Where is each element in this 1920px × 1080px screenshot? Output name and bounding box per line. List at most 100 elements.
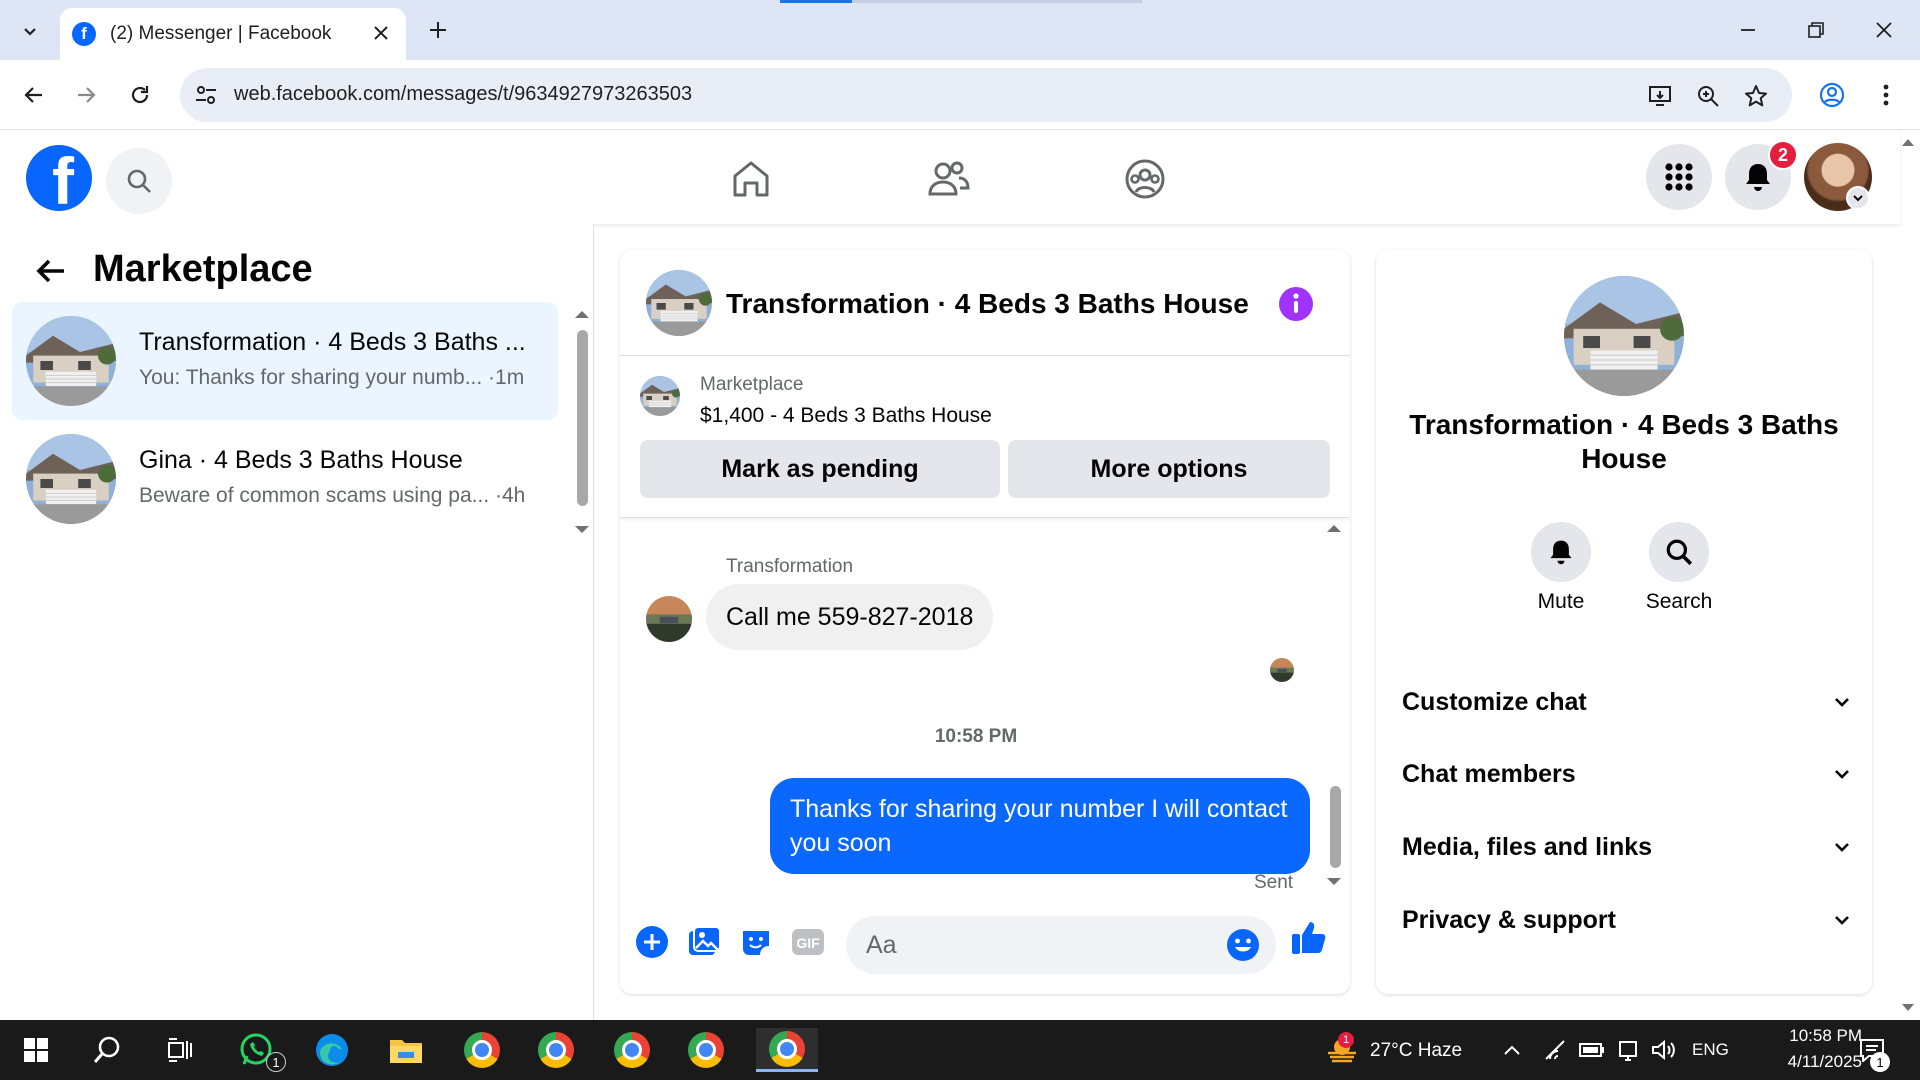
back-arrow-icon[interactable] bbox=[14, 75, 54, 115]
listing-price[interactable]: $1,400 - 4 Beds 3 Baths House bbox=[700, 404, 992, 428]
browser-toolbar: web.facebook.com/messages/t/963492797326… bbox=[0, 60, 1920, 130]
more-options-button[interactable]: More options bbox=[1008, 440, 1330, 498]
weather-alert-badge: 1 bbox=[1338, 1032, 1354, 1048]
weather-text[interactable]: 27°C Haze bbox=[1370, 1040, 1462, 1062]
chat-info-panel: Transformation · 4 Beds 3 Baths House Mu… bbox=[1376, 250, 1872, 994]
emoji-smiley-icon[interactable] bbox=[1226, 928, 1260, 962]
browser-tabbar: f (2) Messenger | Facebook bbox=[0, 0, 1920, 60]
sent-status: Sent bbox=[1254, 872, 1294, 893]
incoming-message[interactable]: Call me 559-827-2018 bbox=[706, 584, 994, 650]
site-settings-icon[interactable] bbox=[194, 83, 218, 107]
clock-time[interactable]: 10:58 PM bbox=[1750, 1026, 1862, 1046]
message-input[interactable] bbox=[866, 916, 1206, 974]
search-icon[interactable] bbox=[1649, 522, 1709, 582]
mark-as-pending-button[interactable]: Mark as pending bbox=[640, 440, 1000, 498]
sender-avatar[interactable] bbox=[646, 596, 692, 642]
friends-icon[interactable] bbox=[924, 154, 974, 204]
scrollbar-thumb[interactable] bbox=[577, 330, 588, 506]
chat-avatar[interactable] bbox=[646, 270, 712, 336]
gif-icon[interactable]: GIF bbox=[788, 922, 828, 962]
page-scroll-down-arrow-icon[interactable] bbox=[1900, 1002, 1916, 1014]
tab-loading-track bbox=[852, 0, 1142, 3]
back-arrow-icon[interactable] bbox=[34, 254, 68, 288]
chat-title[interactable]: Transformation · 4 Beds 3 Baths House bbox=[726, 288, 1249, 320]
task-view-icon[interactable] bbox=[154, 1028, 206, 1072]
forward-arrow-icon[interactable] bbox=[66, 75, 106, 115]
privacy-support-section[interactable]: Privacy & support bbox=[1402, 900, 1852, 940]
minimize-icon[interactable] bbox=[1728, 10, 1768, 50]
thumbs-up-like-icon[interactable] bbox=[1290, 918, 1328, 956]
browser-menu-icon[interactable] bbox=[1866, 75, 1906, 115]
tab-close-icon[interactable] bbox=[370, 22, 392, 44]
chevron-up-icon[interactable] bbox=[1494, 1028, 1530, 1072]
zoom-icon[interactable] bbox=[1694, 82, 1722, 110]
chat-members-section[interactable]: Chat members bbox=[1402, 754, 1852, 794]
account-chevron-down-icon[interactable] bbox=[1846, 186, 1870, 210]
scrollbar-thumb[interactable] bbox=[1330, 786, 1341, 868]
edge-browser-icon[interactable] bbox=[306, 1028, 358, 1072]
groups-icon[interactable] bbox=[1120, 154, 1170, 204]
notification-badge: 2 bbox=[1768, 140, 1798, 170]
mute-bell-icon[interactable] bbox=[1531, 522, 1591, 582]
scroll-down-arrow-icon[interactable] bbox=[572, 524, 592, 536]
install-app-icon[interactable] bbox=[1646, 82, 1674, 110]
scroll-up-arrow-icon[interactable] bbox=[572, 308, 592, 320]
file-explorer-icon[interactable] bbox=[380, 1028, 432, 1072]
restore-icon[interactable] bbox=[1796, 10, 1836, 50]
conversation-name: Transformation · 4 Beds 3 Baths ... bbox=[139, 328, 526, 356]
menu-grid-icon[interactable] bbox=[1646, 144, 1712, 210]
info-icon[interactable] bbox=[1278, 286, 1314, 322]
conversation-preview: You: Thanks for sharing your numb... ·1m bbox=[139, 366, 525, 389]
chrome-profile-icon[interactable] bbox=[680, 1028, 732, 1072]
chat-avatar-large[interactable] bbox=[1564, 276, 1684, 396]
network-icon[interactable] bbox=[1538, 1028, 1574, 1072]
conversation-item[interactable]: Transformation · 4 Beds 3 Baths ... You:… bbox=[12, 302, 558, 420]
volume-icon[interactable] bbox=[1646, 1028, 1682, 1072]
new-tab-plus-icon[interactable] bbox=[420, 12, 456, 48]
mute-label: Mute bbox=[1537, 590, 1585, 613]
sender-name: Transformation bbox=[726, 556, 854, 577]
search-icon[interactable] bbox=[82, 1028, 134, 1072]
url-text[interactable]: web.facebook.com/messages/t/963492797326… bbox=[234, 83, 692, 106]
tab-search-chevron-icon[interactable] bbox=[10, 11, 50, 51]
bookmark-star-icon[interactable] bbox=[1742, 82, 1770, 110]
page-scroll-up-arrow-icon[interactable] bbox=[1900, 136, 1916, 148]
browser-tab-messenger[interactable]: f (2) Messenger | Facebook bbox=[60, 8, 406, 60]
chrome-icon[interactable] bbox=[456, 1028, 508, 1072]
address-bar[interactable]: web.facebook.com/messages/t/963492797326… bbox=[180, 68, 1792, 122]
listing-label: Marketplace bbox=[700, 374, 804, 395]
reload-icon[interactable] bbox=[120, 75, 160, 115]
outgoing-message[interactable]: Thanks for sharing your number I will co… bbox=[770, 778, 1310, 874]
close-window-icon[interactable] bbox=[1864, 10, 1904, 50]
chat-header: Transformation · 4 Beds 3 Baths House bbox=[620, 250, 1350, 356]
photo-gallery-icon[interactable] bbox=[684, 922, 724, 962]
chevron-down-icon bbox=[1835, 698, 1849, 707]
chrome-profile-icon[interactable] bbox=[606, 1028, 658, 1072]
plus-circle-icon[interactable] bbox=[632, 922, 672, 962]
profile-account-icon[interactable] bbox=[1812, 75, 1852, 115]
clock-date[interactable]: 4/11/2025 bbox=[1744, 1052, 1862, 1072]
info-title: Transformation · 4 Beds 3 Baths House bbox=[1409, 409, 1839, 474]
message-composer[interactable] bbox=[846, 916, 1276, 974]
windows-start-icon[interactable] bbox=[10, 1028, 62, 1072]
customize-chat-section[interactable]: Customize chat bbox=[1402, 682, 1852, 722]
location-icon[interactable] bbox=[1610, 1028, 1646, 1072]
listing-thumbnail[interactable] bbox=[640, 376, 680, 416]
section-label: Privacy & support bbox=[1402, 905, 1616, 934]
windows-taskbar: 1 1 27°C Haze ENG 10:58 PM 4/11/2025 1 bbox=[0, 1020, 1920, 1080]
home-icon[interactable] bbox=[726, 154, 776, 204]
chrome-active-window-icon[interactable] bbox=[756, 1028, 818, 1072]
media-files-links-section[interactable]: Media, files and links bbox=[1402, 827, 1852, 867]
language-indicator[interactable]: ENG bbox=[1692, 1040, 1729, 1060]
sticker-icon[interactable] bbox=[736, 922, 776, 962]
search-icon[interactable] bbox=[106, 148, 172, 214]
battery-icon[interactable] bbox=[1574, 1028, 1610, 1072]
listing-thumbnail bbox=[26, 316, 116, 406]
conversation-item[interactable]: Gina · 4 Beds 3 Baths House Beware of co… bbox=[12, 420, 558, 538]
facebook-logo-icon[interactable]: f bbox=[26, 145, 92, 211]
section-label: Media, files and links bbox=[1402, 832, 1653, 861]
chrome-profile-icon[interactable] bbox=[530, 1028, 582, 1072]
scroll-down-arrow-icon[interactable] bbox=[1324, 876, 1344, 888]
chevron-down-icon bbox=[1835, 916, 1849, 925]
scroll-up-arrow-icon[interactable] bbox=[1324, 522, 1344, 534]
